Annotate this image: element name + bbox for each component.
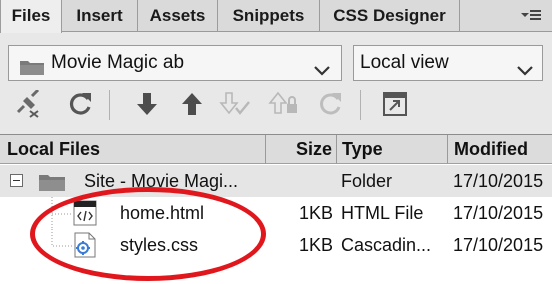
file-size [266,165,337,197]
file-type: HTML File [341,203,424,223]
chevron-down-icon [313,56,331,76]
get-files-icon[interactable] [133,90,161,118]
folder-icon [38,172,66,192]
view-select-value: Local view [360,52,449,73]
site-select[interactable]: Movie Magic ab [8,45,342,81]
tab-assets[interactable]: Assets [138,0,218,32]
expand-icon[interactable] [381,90,409,118]
collapse-toggle[interactable] [10,174,23,187]
toolbar-separator [360,90,361,120]
view-select[interactable]: Local view [353,45,543,81]
check-out-icon [218,90,250,118]
connect-icon[interactable] [14,88,42,118]
column-header-modified[interactable]: Modified [448,135,552,164]
table-row[interactable]: Site - Movie Magi... Folder 17/10/2015 [0,165,552,197]
css-file-icon [72,232,98,258]
panel-options-menu-icon[interactable] [520,8,542,24]
sync-icon [316,90,344,118]
site-select-value: Movie Magic ab [51,52,185,73]
tab-snippets[interactable]: Snippets [218,0,320,32]
file-name: styles.css [120,235,199,255]
tab-insert[interactable]: Insert [62,0,138,32]
column-header-size[interactable]: Size [266,135,337,164]
file-name: Site - Movie Magi... [84,171,239,191]
tab-css-designer[interactable]: CSS Designer [320,0,460,32]
column-header-local-files[interactable]: Local Files [0,135,266,164]
file-size: 1KB [298,235,333,255]
table-row[interactable]: styles.css 1KB Cascadin... 17/10/2015 [0,229,552,261]
table-row[interactable]: home.html 1KB HTML File 17/10/2015 [0,197,552,229]
file-list-header: Local Files Size Type Modified [0,134,552,164]
file-modified: 17/10/2015 [453,203,544,223]
tab-files[interactable]: Files [0,0,62,33]
file-modified: 17/10/2015 [453,171,544,191]
toolbar-separator [109,90,110,120]
html-file-icon [72,200,98,226]
check-in-icon [267,90,297,118]
site-icon [19,54,45,75]
column-header-type[interactable]: Type [337,135,448,164]
file-name: home.html [120,203,205,223]
refresh-icon[interactable] [66,90,94,118]
chevron-down-icon [516,56,534,76]
file-modified: 17/10/2015 [453,235,544,255]
file-list: Local Files Size Type Modified Site - Mo… [0,134,552,284]
file-type: Folder [341,171,393,191]
file-size: 1KB [298,203,333,223]
put-files-icon[interactable] [178,90,206,118]
panel-tab-bar: Files Insert Assets Snippets CSS Designe… [0,0,552,33]
file-type: Cascadin... [341,235,432,255]
